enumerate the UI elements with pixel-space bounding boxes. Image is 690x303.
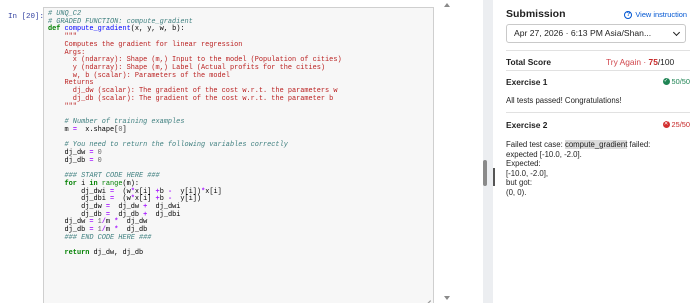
- total-score-label: Total Score: [506, 57, 551, 67]
- panel-title: Submission: [506, 8, 566, 20]
- score-separator: ·: [641, 57, 649, 67]
- chevron-down-icon: [672, 28, 681, 37]
- code-line: return dj_dw, dj_db: [48, 249, 144, 258]
- pane-divider: [483, 0, 493, 303]
- exercise-2-score-badge: ✕ 25/50: [662, 120, 690, 129]
- divider: [506, 50, 690, 51]
- inline-code: compute_gradient: [564, 140, 628, 149]
- score-total: /100: [657, 57, 675, 67]
- exercise-1-label: Exercise 1: [506, 77, 548, 87]
- selected-date: Apr 27, 2026 · 6:13 PM Asia/Shan...: [514, 28, 652, 38]
- submission-panel: Submission ? View instruction Apr 27, 20…: [493, 0, 690, 303]
- scroll-up-icon[interactable]: [444, 3, 450, 7]
- feedback-scroll-marker: [493, 168, 495, 186]
- feedback-line-4: [-10.0, -2.0],: [506, 168, 549, 178]
- code-cell[interactable]: # UNQ_C2 # GRADED FUNCTION: compute_gradi…: [43, 7, 434, 303]
- code-editor[interactable]: # UNQ_C2 # GRADED FUNCTION: compute_gradi…: [48, 10, 429, 258]
- divider: [506, 112, 690, 113]
- resize-grip-icon[interactable]: [424, 294, 431, 301]
- x-circle-icon: ✕: [662, 121, 670, 128]
- scroll-down-icon[interactable]: [444, 296, 450, 300]
- notebook-pane: In [20]: # UNQ_C2 # GRADED FUNCTION: comp…: [0, 0, 483, 303]
- cell-prompt: In [20]:: [8, 13, 45, 21]
- code-line: m = x.shape[0]: [48, 125, 127, 134]
- try-again-link[interactable]: Try Again: [606, 57, 641, 67]
- code-line: w, b (scalar): Parameters of the model: [48, 71, 230, 80]
- code-line: ### END CODE HERE ###: [48, 233, 152, 242]
- divider: [506, 70, 690, 71]
- exercise-2-label: Exercise 2: [506, 120, 548, 130]
- exercise-1-message: All tests passed! Congratulations!: [506, 96, 622, 105]
- code-line: # You need to return the following varia…: [48, 141, 288, 150]
- exercise-2-feedback: Failed test case: compute_gradient faile…: [506, 140, 650, 198]
- view-instructions-label: View instruction: [635, 10, 687, 19]
- total-score-value: Try Again · 75/100: [606, 57, 674, 67]
- exercise-2-score: 25/50: [671, 120, 690, 129]
- submission-date-select[interactable]: Apr 27, 2026 · 6:13 PM Asia/Shan...: [506, 24, 686, 43]
- code-line: dj_dw = 0: [48, 148, 102, 157]
- exercise-1-score: 50/50: [671, 77, 690, 86]
- code-line: dj_db (scalar): The gradient of the cost…: [48, 94, 334, 103]
- exercise-1-score-badge: ✓ 50/50: [662, 77, 690, 86]
- code-line: Computes the gradient for linear regress…: [48, 40, 243, 49]
- score-earned: 75: [648, 57, 658, 67]
- feedback-line-1: Failed test case: compute_gradient faile…: [506, 140, 651, 149]
- code-line: """: [48, 102, 77, 111]
- feedback-line-5: but got:: [506, 178, 533, 188]
- feedback-line-6: (0, 0).: [506, 187, 527, 197]
- code-line: def compute_gradient(x, y, w, b):: [48, 25, 185, 34]
- check-circle-icon: ✓: [662, 78, 670, 85]
- scroll-strip: [441, 0, 483, 303]
- view-instructions-link[interactable]: ? View instruction: [624, 10, 687, 19]
- scrollbar-thumb[interactable]: [483, 160, 487, 186]
- feedback-line-3: Expected:: [506, 159, 541, 169]
- code-line: dj_db = 0: [48, 156, 102, 165]
- feedback-line-2: expected [-10.0, -2.0].: [506, 149, 582, 159]
- help-circle-icon: ?: [624, 10, 633, 19]
